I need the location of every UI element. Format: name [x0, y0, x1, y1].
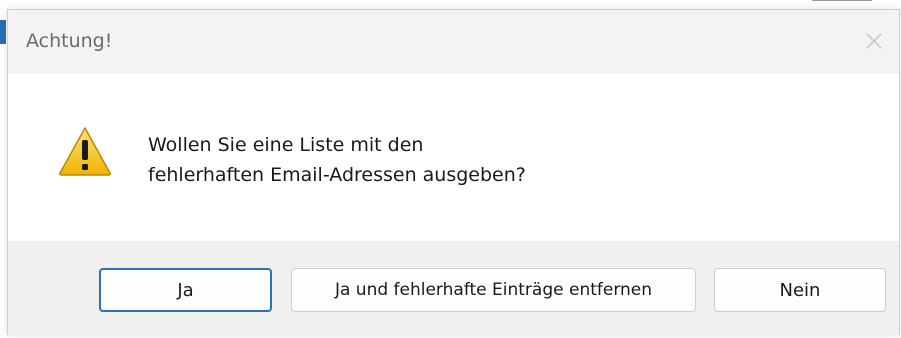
yes-button[interactable]: Ja — [99, 268, 272, 312]
no-button[interactable]: Nein — [714, 268, 886, 312]
dialog-message: Wollen Sie eine Liste mit den fehlerhaft… — [148, 130, 526, 190]
background-window-edge — [0, 20, 6, 44]
close-icon — [866, 33, 882, 49]
background-window-edge-top — [812, 0, 872, 9]
warning-dialog: Achtung! Wollen Sie eine Liste mit den f… — [7, 9, 900, 336]
message-line-1: Wollen Sie eine Liste mit den — [148, 134, 424, 156]
dialog-button-bar: Ja Ja und fehlerhafte Einträge entfernen… — [8, 241, 899, 336]
yes-remove-invalid-button[interactable]: Ja und fehlerhafte Einträge entfernen — [291, 268, 696, 312]
close-button[interactable] — [859, 24, 889, 58]
warning-icon — [59, 127, 111, 176]
message-line-2: fehlerhaften Email-Adressen ausgeben? — [148, 164, 526, 186]
dialog-title: Achtung! — [26, 30, 113, 52]
dialog-titlebar[interactable]: Achtung! — [8, 10, 899, 74]
dialog-content: Wollen Sie eine Liste mit den fehlerhaft… — [8, 74, 899, 241]
